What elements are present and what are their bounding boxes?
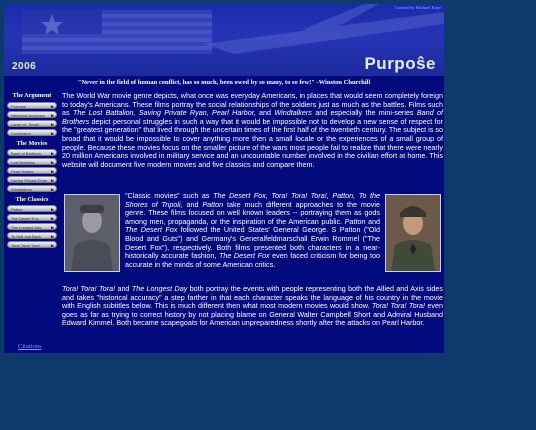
citations-link[interactable]: Citations bbox=[18, 343, 41, 350]
arrow-right-icon bbox=[51, 207, 54, 211]
arrow-right-icon bbox=[51, 113, 54, 117]
patton-photo bbox=[64, 194, 120, 272]
arrow-right-icon bbox=[51, 243, 54, 247]
arrow-right-icon bbox=[51, 151, 54, 155]
portrait-placeholder-icon bbox=[386, 195, 440, 271]
argument-heading: The Argument bbox=[12, 92, 52, 99]
arrow-right-icon bbox=[51, 216, 54, 220]
flag-watermark-icon bbox=[22, 10, 212, 54]
arrow-right-icon bbox=[51, 131, 54, 135]
nav-longest-day-button[interactable]: The Longest Day bbox=[7, 223, 57, 230]
nav-tora-tora-tora-button[interactable]: Tora! Tora! Tora! bbox=[7, 241, 57, 248]
nav-pearl-harbor-button[interactable]: Pearl Harbor bbox=[7, 167, 57, 174]
nav-lost-battalion-button[interactable]: Lost Battalion bbox=[7, 158, 57, 165]
intro-paragraph: The World War movie genre depicts, what … bbox=[62, 91, 443, 169]
author-credit: Created by Michael Kaye bbox=[394, 5, 441, 10]
classics-heading: The Classics bbox=[15, 196, 49, 203]
accuracy-paragraph: Tora! Tora! Tora! and The Longest Day bo… bbox=[62, 284, 443, 328]
nav-conclusion-button[interactable]: Conclusion bbox=[7, 129, 57, 136]
arrow-right-icon bbox=[51, 234, 54, 238]
arrow-right-icon bbox=[51, 187, 54, 191]
movies-heading: The Movies bbox=[16, 140, 48, 147]
header-banner: Created by Michael Kaye 2006 Purpoŝe bbox=[4, 4, 444, 76]
page-frame: Created by Michael Kaye 2006 Purpoŝe "Ne… bbox=[4, 4, 444, 353]
classics-paragraph: "Classic movies" such as The Desert Fox,… bbox=[62, 191, 443, 274]
arrow-right-icon bbox=[51, 104, 54, 108]
nav-band-of-brothers-button[interactable]: Band of Brothers bbox=[7, 149, 57, 156]
year-label: 2006 bbox=[12, 61, 37, 72]
arrow-right-icon bbox=[51, 178, 54, 182]
nav-historical-accuracy-button[interactable]: Historical Accuracy bbox=[7, 111, 57, 118]
nav-purpose-button[interactable]: Purpose bbox=[7, 102, 57, 109]
arrow-right-icon bbox=[51, 160, 54, 164]
arrow-right-icon bbox=[51, 122, 54, 126]
nav-to-hell-and-back-button[interactable]: To Hell and Back bbox=[7, 232, 57, 239]
nav-saving-private-ryan-button[interactable]: Saving Private Ryan bbox=[7, 176, 57, 183]
sidebar-nav: The Argument Purpose Historical Accuracy… bbox=[4, 92, 60, 353]
portrait-placeholder-icon bbox=[65, 195, 119, 271]
nav-large-vs-small-button[interactable]: Large vs. Small bbox=[7, 120, 57, 127]
nav-windtalkers-button[interactable]: Windtalkers bbox=[7, 185, 57, 192]
nav-desert-fox-button[interactable]: The Desert Fox bbox=[7, 214, 57, 221]
site-title: Purpoŝe bbox=[364, 54, 436, 73]
arrow-right-icon bbox=[51, 225, 54, 229]
nav-patton-button[interactable]: Patton bbox=[7, 205, 57, 212]
churchill-quote: "Never in the field of human conflict, h… bbox=[77, 79, 371, 86]
rommel-photo bbox=[385, 194, 441, 272]
arrow-right-icon bbox=[51, 169, 54, 173]
